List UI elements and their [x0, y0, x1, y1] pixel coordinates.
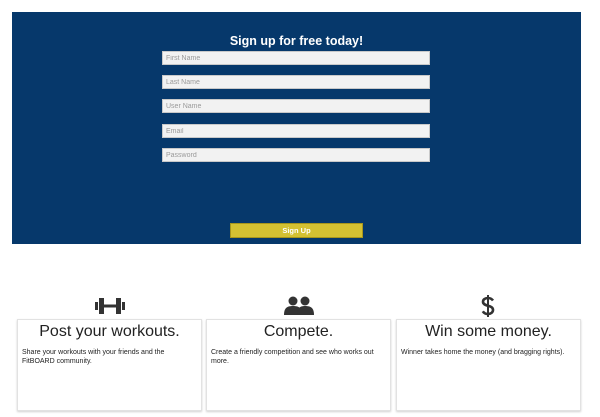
card-description: Share your workouts with your friends an… — [22, 349, 165, 365]
card-title: Post your workouts. — [39, 323, 180, 340]
card-description: Winner takes home the money (and braggin… — [401, 349, 565, 356]
signup-title: Sign up for free today! — [229, 34, 364, 48]
feature-card-win-money: Win some money. Winner takes home the mo… — [396, 319, 581, 411]
card-title: Compete. — [263, 323, 334, 340]
user-name-input[interactable] — [162, 99, 430, 113]
password-input[interactable] — [162, 148, 430, 162]
dumbbell-icon — [94, 296, 126, 316]
feature-card-compete: Compete. Create a friendly competition a… — [206, 319, 391, 411]
card-title: Win some money. — [425, 323, 552, 340]
email-input[interactable] — [162, 124, 430, 138]
sign-up-button[interactable]: Sign Up — [230, 223, 363, 238]
signup-panel: Sign up for free today! Sign Up — [12, 12, 581, 244]
card-description: Create a friendly competition and see wh… — [211, 349, 374, 365]
feature-card-post-workouts: Post your workouts. Share your workouts … — [17, 319, 202, 411]
page: Sign up for free today! Sign Up — [0, 0, 600, 417]
users-icon — [283, 296, 315, 316]
last-name-input[interactable] — [162, 75, 430, 89]
dollar-icon — [478, 295, 498, 317]
first-name-input[interactable] — [162, 51, 430, 65]
